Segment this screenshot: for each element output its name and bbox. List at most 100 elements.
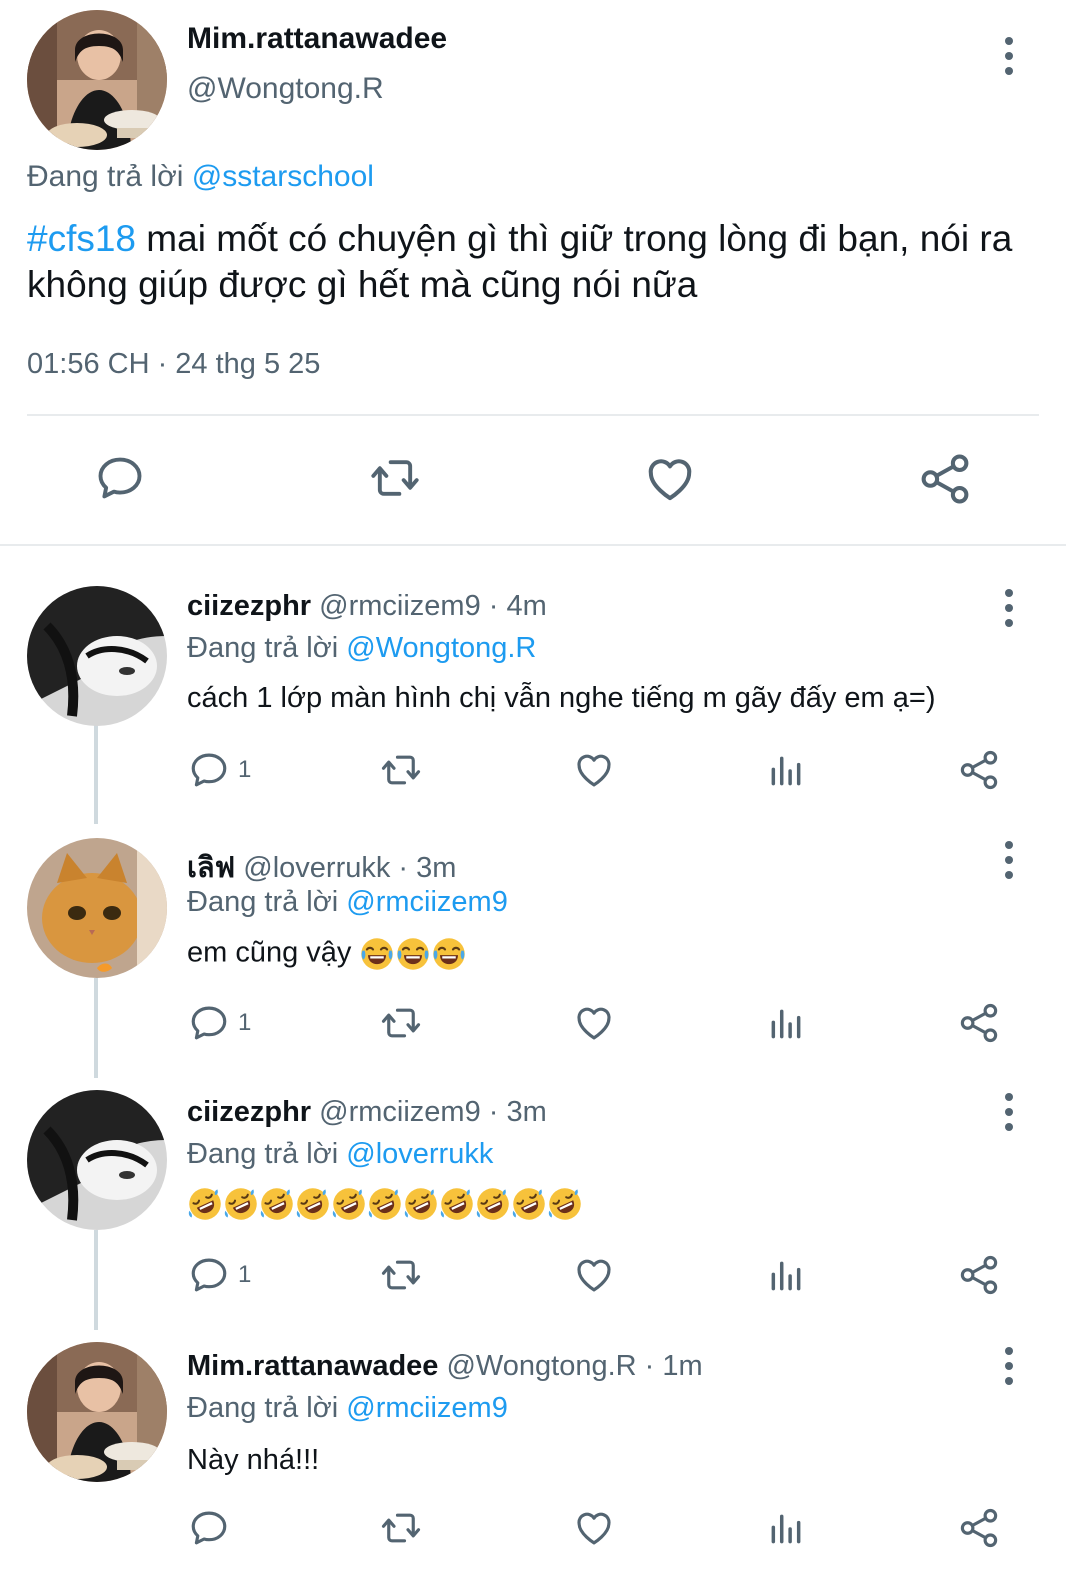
reply-button[interactable] xyxy=(188,1507,230,1549)
rolling-on-floor-laughing-icon xyxy=(187,1186,223,1222)
share-icon xyxy=(918,452,972,506)
reply-text: em cũng vậy xyxy=(187,936,352,969)
reply-icon xyxy=(94,452,146,504)
replying-to-link[interactable]: @Wongtong.R xyxy=(346,632,536,664)
author-display-name[interactable]: ciizezphr xyxy=(187,1096,311,1128)
reply-header: ciizezphr @rmciizem9 · 4m xyxy=(187,590,547,623)
more-icon[interactable] xyxy=(989,26,1029,86)
retweet-button[interactable] xyxy=(378,1002,424,1044)
share-icon xyxy=(958,1507,1000,1549)
more-icon[interactable] xyxy=(989,1336,1029,1396)
divider xyxy=(0,544,1066,546)
author-handle-time[interactable]: @rmciizem9 · 4m xyxy=(319,590,547,622)
retweet-button[interactable] xyxy=(366,452,424,504)
replying-to-line: Đang trả lời @rmciizem9 xyxy=(187,886,508,919)
views-button[interactable] xyxy=(767,1257,805,1295)
like-button[interactable] xyxy=(573,1002,615,1044)
reply-button[interactable]: 1 xyxy=(188,1002,251,1044)
reply-tweet[interactable]: ciizezphr @rmciizem9 · 4m Đang trả lời @… xyxy=(0,586,1080,836)
author-display-name[interactable]: Mim.rattanawadee xyxy=(187,22,447,56)
retweet-icon xyxy=(366,452,424,504)
reply-button[interactable]: 1 xyxy=(188,1254,251,1296)
like-button[interactable] xyxy=(573,1507,615,1549)
share-button[interactable] xyxy=(958,1254,1000,1296)
like-icon xyxy=(573,1254,615,1296)
replying-to-link[interactable]: @loverrukk xyxy=(346,1138,493,1170)
avatar[interactable] xyxy=(27,1090,167,1230)
avatar[interactable] xyxy=(27,10,167,150)
share-icon xyxy=(958,1002,1000,1044)
reply-count: 1 xyxy=(238,1009,252,1036)
like-icon xyxy=(573,749,615,791)
reply-button[interactable] xyxy=(94,452,146,504)
like-icon xyxy=(573,1002,615,1044)
reply-header: ciizezphr @rmciizem9 · 3m xyxy=(187,1096,547,1129)
retweet-icon xyxy=(378,749,424,791)
share-button[interactable] xyxy=(918,452,972,506)
reply-button[interactable]: 1 xyxy=(188,749,251,791)
tweet-timestamp[interactable]: 01:56 CH · 24 thg 5 25 xyxy=(27,348,320,381)
more-icon[interactable] xyxy=(989,578,1029,638)
views-button[interactable] xyxy=(767,1005,805,1043)
rolling-on-floor-laughing-icon xyxy=(295,1186,331,1222)
main-tweet: Mim.rattanawadee @Wongtong.R Đang trả lờ… xyxy=(0,0,1080,546)
reply-icon xyxy=(188,749,230,791)
author-handle-time[interactable]: @rmciizem9 · 3m xyxy=(319,1096,547,1128)
retweet-icon xyxy=(378,1254,424,1296)
share-icon xyxy=(958,1254,1000,1296)
more-icon[interactable] xyxy=(989,1082,1029,1142)
like-button[interactable] xyxy=(573,749,615,791)
rolling-on-floor-laughing-icon xyxy=(547,1186,583,1222)
hashtag-link[interactable]: #cfs18 xyxy=(27,218,136,259)
reply-text: cách 1 lớp màn hình chị vẫn nghe tiếng m… xyxy=(187,682,936,714)
reply-text-line xyxy=(187,1186,583,1222)
tweet-body: mai mốt có chuyện gì thì giữ trong lòng … xyxy=(27,218,1013,305)
avatar[interactable] xyxy=(27,838,167,978)
replying-to-line: Đang trả lời @sstarschool xyxy=(27,160,374,194)
reply-tweet[interactable]: ciizezphr @rmciizem9 · 3m Đang trả lời @… xyxy=(0,1090,1080,1340)
replying-to-link[interactable]: @sstarschool xyxy=(192,160,374,193)
face-with-tears-of-joy-icon xyxy=(359,936,395,972)
share-button[interactable] xyxy=(958,1507,1000,1549)
replying-to-link[interactable]: @rmciizem9 xyxy=(346,1392,508,1424)
like-button[interactable] xyxy=(643,452,697,506)
emoji-group xyxy=(187,1187,583,1219)
share-button[interactable] xyxy=(958,1002,1000,1044)
views-icon xyxy=(767,1005,805,1043)
more-icon[interactable] xyxy=(989,830,1029,890)
like-icon xyxy=(573,1507,615,1549)
author-display-name[interactable]: ciizezphr xyxy=(187,590,311,622)
reply-tweet[interactable]: เลิฟ @loverrukk · 3m Đang trả lời @rmcii… xyxy=(0,838,1080,1088)
reply-count: 1 xyxy=(238,756,252,783)
author-handle-time[interactable]: @loverrukk · 3m xyxy=(243,852,456,884)
like-button[interactable] xyxy=(573,1254,615,1296)
reply-header: เลิฟ @loverrukk · 3m xyxy=(187,844,456,890)
replying-to-link[interactable]: @rmciizem9 xyxy=(346,886,508,918)
retweet-icon xyxy=(378,1507,424,1549)
like-icon xyxy=(643,452,697,506)
reply-icon xyxy=(188,1254,230,1296)
replying-prefix: Đang trả lời xyxy=(27,160,184,193)
views-button[interactable] xyxy=(767,752,805,790)
face-with-tears-of-joy-icon xyxy=(395,936,431,972)
replying-prefix: Đang trả lời xyxy=(187,1138,339,1170)
author-handle[interactable]: @Wongtong.R xyxy=(187,72,384,106)
views-icon xyxy=(767,1257,805,1295)
author-handle-time[interactable]: @Wongtong.R · 1m xyxy=(446,1350,702,1382)
share-icon xyxy=(958,749,1000,791)
author-display-name[interactable]: เลิฟ xyxy=(187,852,235,884)
retweet-button[interactable] xyxy=(378,1507,424,1549)
retweet-button[interactable] xyxy=(378,1254,424,1296)
share-button[interactable] xyxy=(958,749,1000,791)
rolling-on-floor-laughing-icon xyxy=(403,1186,439,1222)
retweet-button[interactable] xyxy=(378,749,424,791)
reply-tweet[interactable]: Mim.rattanawadee @Wongtong.R · 1m Đang t… xyxy=(0,1342,1080,1590)
avatar[interactable] xyxy=(27,1342,167,1482)
avatar[interactable] xyxy=(27,586,167,726)
author-display-name[interactable]: Mim.rattanawadee xyxy=(187,1350,438,1382)
face-with-tears-of-joy-icon xyxy=(431,936,467,972)
replying-prefix: Đang trả lời xyxy=(187,1392,339,1424)
reply-header: Mim.rattanawadee @Wongtong.R · 1m xyxy=(187,1350,703,1383)
views-button[interactable] xyxy=(767,1510,805,1548)
rolling-on-floor-laughing-icon xyxy=(331,1186,367,1222)
